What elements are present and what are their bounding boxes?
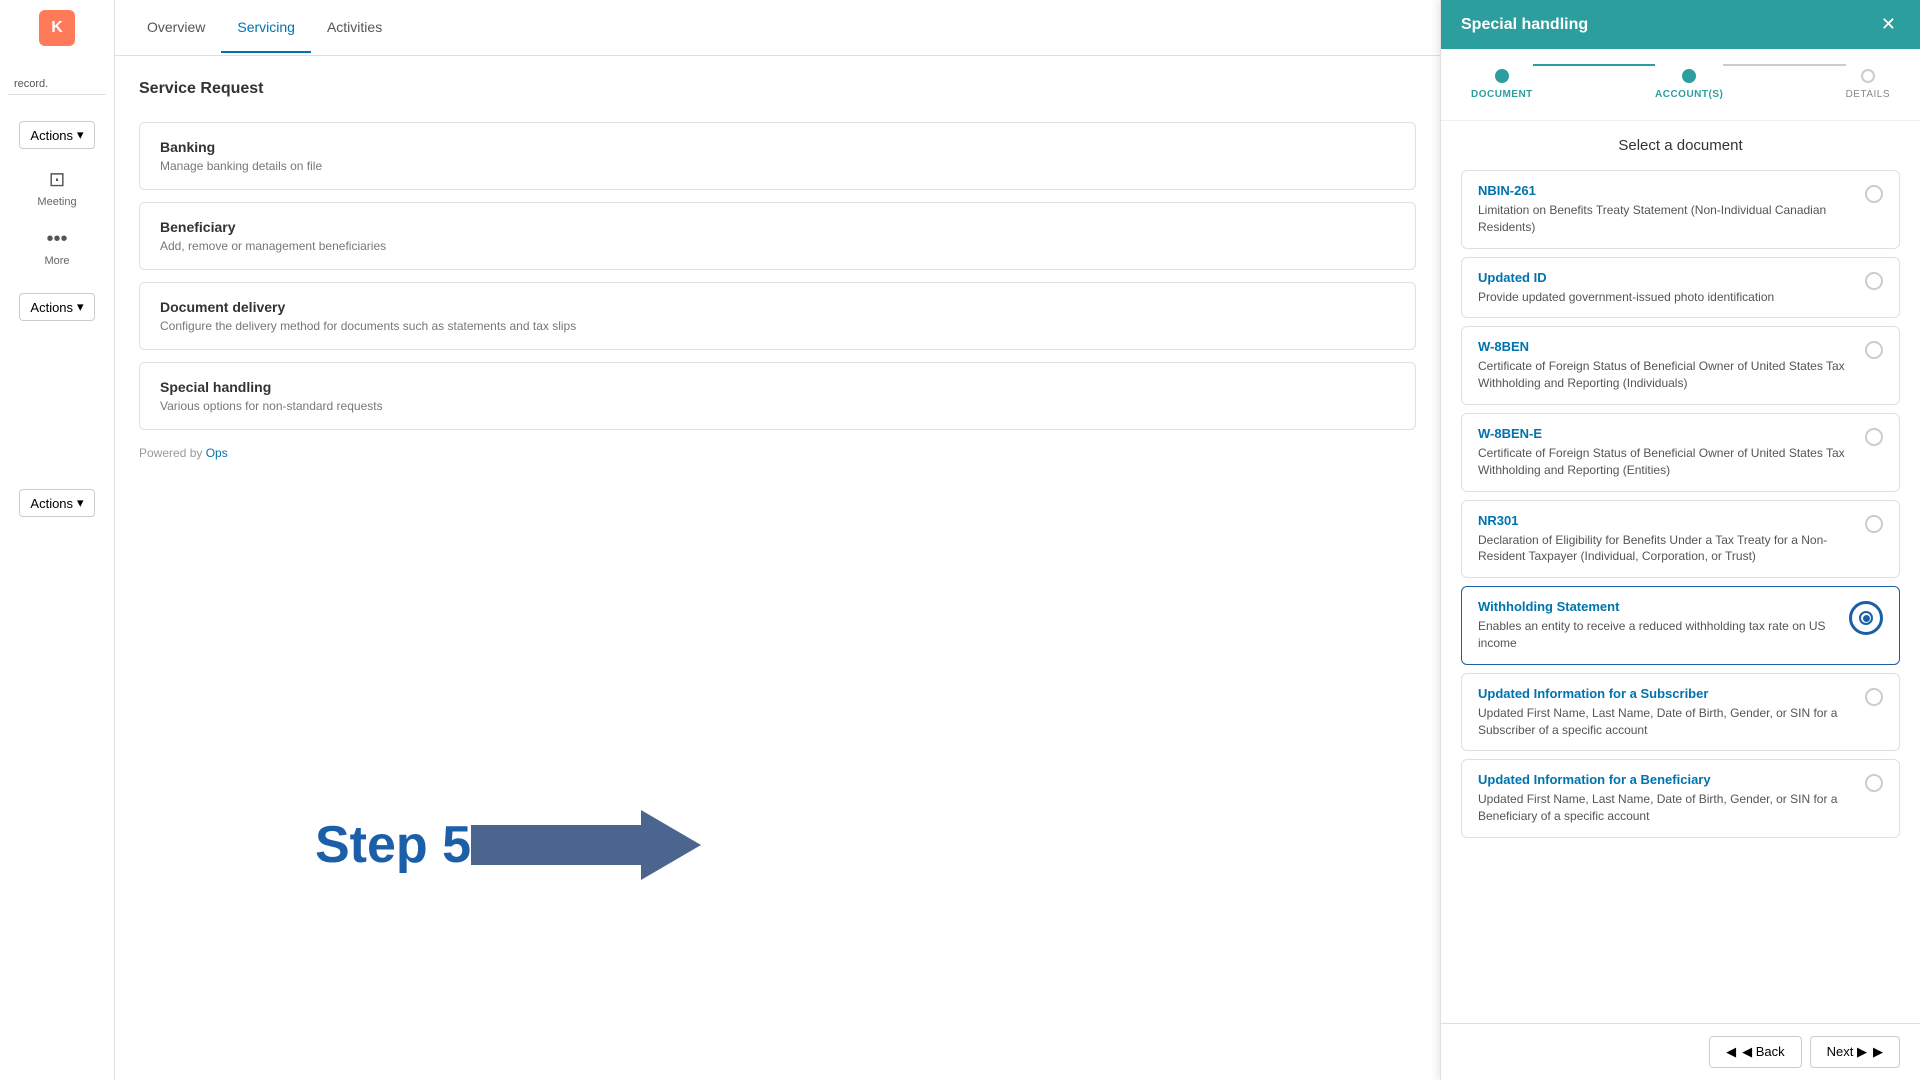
doc-item-updated-id[interactable]: Updated ID Provide updated government-is… (1461, 257, 1900, 319)
tab-activities[interactable]: Activities (311, 3, 398, 53)
service-item-banking[interactable]: Banking Manage banking details on file (139, 122, 1416, 190)
next-button[interactable]: Next ▶ ▶ (1810, 1036, 1900, 1068)
steps-indicator: DOCUMENT ACCOUNT(S) DETAILS (1441, 49, 1920, 121)
step-arrow (471, 810, 701, 880)
doc-title-updated-id: Updated ID (1478, 270, 1853, 285)
doc-title-w8bene: W-8BEN-E (1478, 426, 1853, 441)
sidebar: K record. Actions ▾ ⊡ Meeting ••• More A… (0, 0, 115, 1080)
step-dot-document (1495, 69, 1509, 83)
doc-radio-nr301[interactable] (1865, 515, 1883, 533)
doc-desc-w8bene: Certificate of Foreign Status of Benefic… (1478, 445, 1853, 479)
step-line-1 (1533, 64, 1655, 66)
service-item-beneficiary[interactable]: Beneficiary Add, remove or management be… (139, 202, 1416, 270)
doc-desc-withholding: Enables an entity to receive a reduced w… (1478, 618, 1837, 652)
service-request-title: Service Request (139, 80, 1416, 98)
top-bar: Overview Servicing Activities (115, 0, 1440, 56)
step-accounts: ACCOUNT(S) (1655, 69, 1723, 100)
doc-info-w8ben: W-8BEN Certificate of Foreign Status of … (1478, 339, 1865, 392)
doc-info-beneficiary: Updated Information for a Beneficiary Up… (1478, 772, 1865, 825)
tab-servicing[interactable]: Servicing (221, 3, 311, 53)
actions-button-top[interactable]: Actions ▾ (19, 121, 94, 149)
doc-item-beneficiary-info[interactable]: Updated Information for a Beneficiary Up… (1461, 759, 1900, 838)
sidebar-logo: K (39, 10, 75, 46)
doc-radio-w8bene[interactable] (1865, 428, 1883, 446)
step-label-accounts: ACCOUNT(S) (1655, 89, 1723, 100)
doc-title-w8ben: W-8BEN (1478, 339, 1853, 354)
service-item-special-handling[interactable]: Special handling Various options for non… (139, 362, 1416, 430)
doc-info-subscriber: Updated Information for a Subscriber Upd… (1478, 686, 1865, 739)
step-label-details: DETAILS (1846, 89, 1890, 100)
panel-footer: ◀ ◀ Back Next ▶ ▶ (1441, 1023, 1920, 1080)
doc-radio-withholding[interactable] (1849, 601, 1883, 635)
panel-content: Select a document NBIN-261 Limitation on… (1441, 121, 1920, 1023)
doc-info-updated-id: Updated ID Provide updated government-is… (1478, 270, 1865, 306)
panel-header: Special handling ✕ (1441, 0, 1920, 49)
beneficiary-desc: Add, remove or management beneficiaries (160, 239, 1395, 253)
document-delivery-title: Document delivery (160, 299, 1395, 315)
doc-title-withholding: Withholding Statement (1478, 599, 1837, 614)
doc-info-w8bene: W-8BEN-E Certificate of Foreign Status o… (1478, 426, 1865, 479)
doc-radio-beneficiary[interactable] (1865, 774, 1883, 792)
doc-title-subscriber: Updated Information for a Subscriber (1478, 686, 1853, 701)
panel-title: Special handling (1461, 16, 1588, 34)
ops-link[interactable]: Ops (206, 446, 228, 460)
step-document: DOCUMENT (1471, 69, 1533, 100)
back-chevron: ◀ (1726, 1044, 1736, 1060)
doc-desc-nr301: Declaration of Eligibility for Benefits … (1478, 532, 1853, 566)
doc-info-nbin261: NBIN-261 Limitation on Benefits Treaty S… (1478, 183, 1865, 236)
step-text: Step 5 (315, 815, 471, 875)
panel-close-button[interactable]: ✕ (1877, 14, 1900, 35)
doc-item-subscriber-info[interactable]: Updated Information for a Subscriber Upd… (1461, 673, 1900, 752)
powered-by: Powered by Ops (139, 446, 1416, 460)
doc-item-nbin261[interactable]: NBIN-261 Limitation on Benefits Treaty S… (1461, 170, 1900, 249)
doc-desc-subscriber: Updated First Name, Last Name, Date of B… (1478, 705, 1853, 739)
doc-item-w8bene[interactable]: W-8BEN-E Certificate of Foreign Status o… (1461, 413, 1900, 492)
sidebar-item-meeting[interactable]: ⊡ Meeting (0, 157, 114, 218)
actions-button-middle[interactable]: Actions ▾ (19, 293, 94, 321)
main-content: Overview Servicing Activities Service Re… (115, 0, 1440, 1080)
step-label-document: DOCUMENT (1471, 89, 1533, 100)
sidebar-item-more[interactable]: ••• More (0, 218, 114, 277)
panel-section-title: Select a document (1461, 137, 1900, 154)
special-handling-title: Special handling (160, 379, 1395, 395)
doc-radio-nbin261[interactable] (1865, 185, 1883, 203)
doc-desc-updated-id: Provide updated government-issued photo … (1478, 289, 1853, 306)
doc-title-nbin261: NBIN-261 (1478, 183, 1853, 198)
doc-item-nr301[interactable]: NR301 Declaration of Eligibility for Ben… (1461, 500, 1900, 579)
banking-title: Banking (160, 139, 1395, 155)
doc-radio-subscriber[interactable] (1865, 688, 1883, 706)
doc-desc-w8ben: Certificate of Foreign Status of Benefic… (1478, 358, 1853, 392)
service-area: Service Request Banking Manage banking d… (115, 56, 1440, 1080)
logo-letter: K (51, 19, 63, 37)
special-handling-desc: Various options for non-standard request… (160, 399, 1395, 413)
back-button[interactable]: ◀ ◀ Back (1709, 1036, 1802, 1068)
doc-item-withholding[interactable]: Withholding Statement Enables an entity … (1461, 586, 1900, 665)
doc-radio-updated-id[interactable] (1865, 272, 1883, 290)
step-dot-accounts (1682, 69, 1696, 83)
doc-item-w8ben[interactable]: W-8BEN Certificate of Foreign Status of … (1461, 326, 1900, 405)
next-chevron: ▶ (1873, 1044, 1883, 1060)
special-handling-panel: Special handling ✕ DOCUMENT ACCOUNT(S) D… (1440, 0, 1920, 1080)
step-line-2 (1723, 64, 1845, 66)
step-dot-details (1861, 69, 1875, 83)
doc-info-nr301: NR301 Declaration of Eligibility for Ben… (1478, 513, 1865, 566)
service-item-document-delivery[interactable]: Document delivery Configure the delivery… (139, 282, 1416, 350)
banking-desc: Manage banking details on file (160, 159, 1395, 173)
step-overlay: Step 5 (315, 810, 701, 880)
tab-overview[interactable]: Overview (131, 3, 221, 53)
step-details: DETAILS (1846, 69, 1890, 100)
doc-title-beneficiary: Updated Information for a Beneficiary (1478, 772, 1853, 787)
meeting-icon: ⊡ (49, 167, 66, 192)
actions-button-bottom[interactable]: Actions ▾ (19, 489, 94, 517)
doc-info-withholding: Withholding Statement Enables an entity … (1478, 599, 1849, 652)
doc-desc-nbin261: Limitation on Benefits Treaty Statement … (1478, 202, 1853, 236)
doc-title-nr301: NR301 (1478, 513, 1853, 528)
more-icon: ••• (46, 228, 67, 251)
beneficiary-title: Beneficiary (160, 219, 1395, 235)
sidebar-top-actions: record. (0, 66, 114, 103)
record-bar: record. (8, 74, 106, 95)
doc-radio-w8ben[interactable] (1865, 341, 1883, 359)
doc-desc-beneficiary: Updated First Name, Last Name, Date of B… (1478, 791, 1853, 825)
document-delivery-desc: Configure the delivery method for docume… (160, 319, 1395, 333)
